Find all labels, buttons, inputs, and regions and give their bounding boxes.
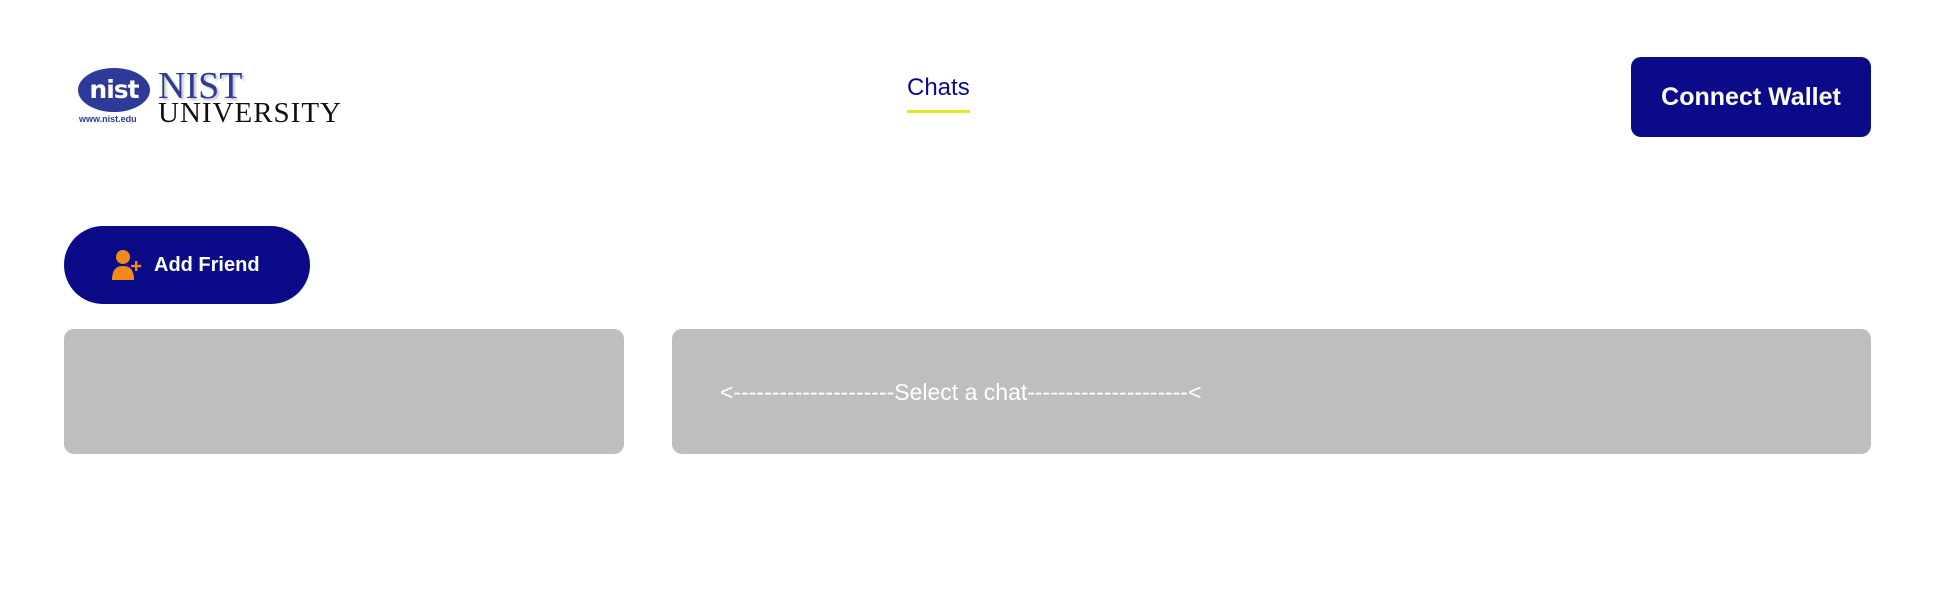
- connect-wallet-button[interactable]: Connect Wallet: [1631, 57, 1871, 137]
- logo-url-text: www.nist.edu: [79, 114, 137, 124]
- page: nist www.nist.edu NIST UNIVERSITY Chats …: [0, 0, 1938, 595]
- select-chat-placeholder: <---------------------Select a chat-----…: [720, 379, 1202, 405]
- add-friend-label: Add Friend: [154, 253, 260, 276]
- logo-name-line2: UNIVERSITY: [158, 96, 342, 129]
- nav-tab-chats[interactable]: Chats: [907, 74, 970, 113]
- chat-list-panel: [64, 329, 624, 454]
- chat-view-panel: <---------------------Select a chat-----…: [672, 329, 1871, 454]
- add-user-icon: [112, 249, 142, 281]
- logo-wordmark: NIST UNIVERSITY: [158, 67, 342, 128]
- logo-mark-text: nist: [78, 68, 150, 112]
- logo-emblem: nist www.nist.edu: [78, 66, 150, 128]
- university-logo[interactable]: nist www.nist.edu NIST UNIVERSITY: [78, 66, 342, 128]
- add-friend-button[interactable]: Add Friend: [64, 226, 310, 304]
